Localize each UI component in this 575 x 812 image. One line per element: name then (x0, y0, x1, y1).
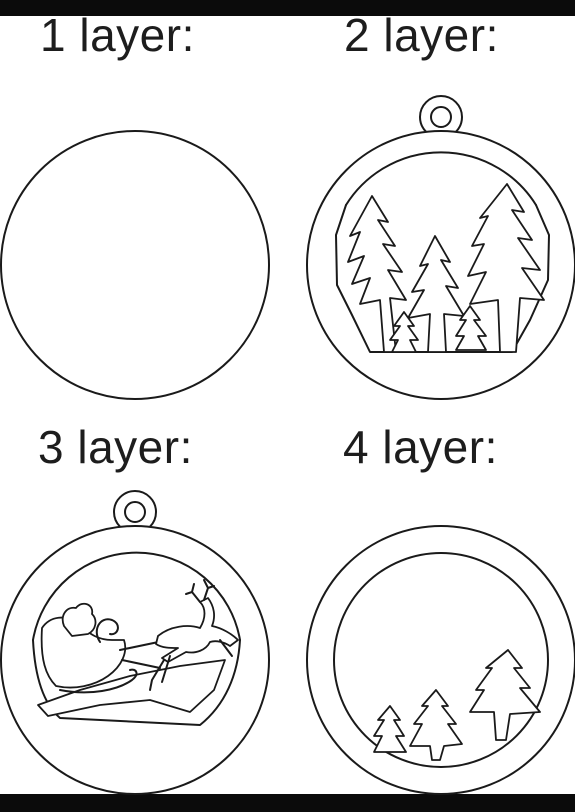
layer-4-ornament (306, 525, 575, 795)
layer-2-ornament (306, 95, 575, 400)
layer-4-trees (373, 649, 541, 761)
layer-2-hanger-hole (430, 106, 452, 128)
tree-large (469, 649, 541, 741)
layer-1-disc-outline (0, 130, 270, 400)
tree-medium (409, 689, 463, 761)
ornament-layers-drawing (0, 95, 575, 795)
tree-small (373, 705, 407, 753)
layer-3-outer-ring (0, 525, 270, 795)
layer-3-hanger-hole (124, 501, 146, 523)
santa-figure (61, 602, 97, 637)
layer-3-ornament (0, 490, 270, 795)
layer-1-ornament (0, 130, 270, 400)
